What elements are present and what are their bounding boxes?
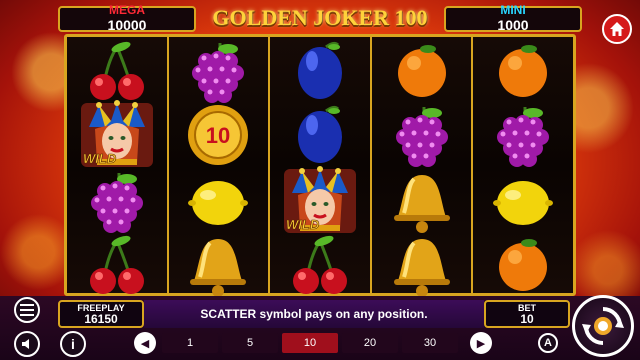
reel-board: WILD 10 WILD: [64, 34, 576, 297]
cherries-icon: [89, 41, 144, 100]
bell-icon: [393, 175, 450, 233]
coin-value: 10: [206, 123, 230, 148]
lemon-symbol: [473, 169, 573, 233]
bet-option-5[interactable]: 5: [222, 333, 278, 353]
bet-option-10[interactable]: 10: [282, 333, 338, 353]
bell-symbol: [372, 233, 472, 297]
orange-symbol: [473, 39, 573, 103]
orange-icon: [397, 45, 446, 97]
menu-button[interactable]: [14, 297, 40, 323]
sound-button[interactable]: [14, 331, 40, 357]
bell-symbol: [169, 233, 269, 297]
home-button[interactable]: [602, 14, 632, 44]
bet-option-20[interactable]: 20: [342, 333, 398, 353]
reel-1: WILD: [67, 37, 169, 294]
autoplay-button[interactable]: A: [538, 333, 558, 353]
plum-symbol: [270, 39, 370, 103]
cherries-icon: [89, 235, 144, 294]
grapes-symbol: [67, 169, 167, 233]
freeplay-panel: FREEPLAY 16150: [58, 300, 144, 328]
mini-jackpot: MINI 1000: [444, 3, 582, 33]
lemon-icon: [188, 181, 249, 225]
speaker-icon: [22, 339, 29, 349]
mega-jackpot-value: 10000: [107, 17, 147, 33]
cherries-symbol: [270, 233, 370, 297]
bet-selector: ◀ ▶ 1 5 10 20 30: [134, 332, 496, 354]
cherries-icon: [292, 235, 347, 294]
bet-panel: BET 10: [484, 300, 570, 328]
menu-icon: [20, 304, 34, 316]
orange-icon: [499, 45, 548, 97]
mini-jackpot-label: MINI: [500, 3, 526, 17]
grapes-symbol: [473, 103, 573, 167]
next-arrow-button[interactable]: ▶: [470, 332, 492, 354]
message-text: SCATTER symbol pays on any position.: [200, 307, 428, 321]
reel-2: 10: [168, 37, 271, 297]
grapes-icon: [90, 173, 143, 233]
coin-10-icon: 10: [188, 105, 249, 165]
spin-icon: [582, 307, 624, 345]
bell-icon: [190, 239, 247, 297]
mega-jackpot-label: MEGA: [109, 3, 145, 17]
grapes-symbol: [372, 103, 472, 167]
home-icon: [610, 22, 624, 36]
grapes-icon: [395, 107, 448, 167]
wild-label: WILD: [286, 217, 320, 232]
bet-option-1[interactable]: 1: [162, 333, 218, 353]
info-button[interactable]: i: [60, 331, 86, 357]
lemon-symbol: [169, 169, 269, 233]
coin-10-symbol: 10: [169, 103, 269, 167]
wild-joker-symbol: WILD: [67, 100, 167, 167]
mini-jackpot-value: 1000: [497, 17, 529, 33]
lemon-icon: [493, 181, 554, 225]
freeplay-value: 16150: [84, 312, 118, 326]
wild-joker-symbol: WILD: [270, 166, 370, 233]
wild-joker-icon: WILD: [80, 100, 153, 167]
chevron-left-icon: ◀: [140, 336, 150, 350]
plum-icon: [297, 41, 342, 99]
bet-option-30[interactable]: 30: [402, 333, 458, 353]
bell-icon: [393, 239, 450, 297]
orange-icon: [499, 239, 548, 291]
reel-4: [371, 37, 474, 297]
cherries-symbol: [67, 39, 167, 103]
grapes-icon: [192, 43, 245, 103]
reel-3: WILD: [270, 37, 372, 294]
bet-value: 10: [520, 312, 534, 326]
game-logo: GOLDEN JOKER 100: [198, 5, 442, 35]
game-logo-text: GOLDEN JOKER 100: [212, 5, 428, 30]
grapes-symbol: [169, 39, 269, 103]
info-icon: i: [71, 336, 75, 352]
bell-symbol: [372, 169, 472, 233]
plum-icon: [297, 105, 342, 163]
orange-symbol: [372, 39, 472, 103]
plum-symbol: [270, 103, 370, 167]
spin-button[interactable]: [572, 295, 634, 357]
wild-label: WILD: [83, 151, 117, 166]
wild-joker-icon: WILD: [283, 166, 356, 233]
mega-jackpot: MEGA 10000: [58, 3, 196, 33]
previous-arrow-button[interactable]: ◀: [134, 332, 156, 354]
message-bar: SCATTER symbol pays on any position.: [144, 300, 484, 328]
orange-symbol: [473, 233, 573, 297]
cherries-symbol: [67, 233, 167, 297]
chevron-right-icon: ▶: [476, 336, 486, 350]
reel-5: [473, 37, 573, 293]
grapes-icon: [497, 107, 550, 167]
autoplay-label: A: [544, 337, 552, 349]
